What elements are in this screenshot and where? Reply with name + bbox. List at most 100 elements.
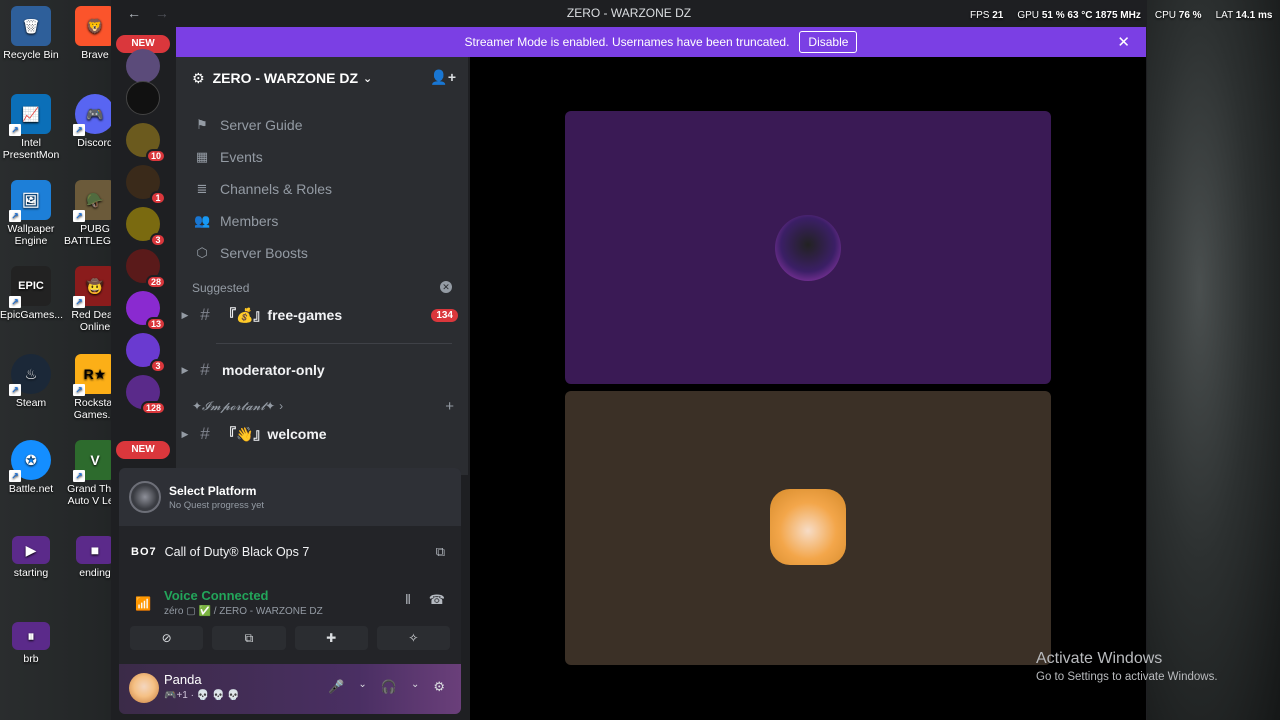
activate-windows-watermark: Activate Windows Go to Settings to activ… xyxy=(1036,650,1218,683)
participant-avatar xyxy=(770,489,846,565)
voice-action-buttons: ⊘ ⧉ ✚ ✧ xyxy=(130,626,450,650)
desktop-icon-steam[interactable]: ♨ ↗ Steam xyxy=(0,354,62,409)
signal-icon: 📶 xyxy=(135,596,152,611)
new-badge-bottom[interactable]: NEW xyxy=(116,441,170,459)
list-icon: ≣ xyxy=(196,181,208,196)
server-icon[interactable]: 3 xyxy=(126,333,166,373)
server-icon[interactable]: 3 xyxy=(126,207,166,247)
user-area: Panda 🎮+1 · 💀 💀 💀 🎤 ⌄ 🎧 ⌄ ⚙ xyxy=(119,664,461,714)
voice-connected-label[interactable]: Voice Connected xyxy=(164,588,269,603)
unread-badge: 10 xyxy=(145,149,166,163)
invite-people-icon[interactable]: 👤+ xyxy=(430,69,456,86)
disconnect-icon[interactable]: ☎ xyxy=(429,592,445,608)
chevron-right-icon: › xyxy=(279,399,284,413)
microphone-icon[interactable]: 🎤 xyxy=(328,679,344,695)
server-icon[interactable]: 13 xyxy=(126,291,166,331)
desktop-icon-intel-presentmon[interactable]: 📈 ↗ Intel PresentMon xyxy=(0,94,62,161)
desktop-icon-brb[interactable]: ⏸ brb xyxy=(0,622,62,665)
brb-file-icon: ⏸ xyxy=(12,622,50,650)
quest-card[interactable]: Select Platform No Quest progress yet xyxy=(119,468,461,526)
create-channel-icon[interactable]: + xyxy=(445,398,454,415)
divider xyxy=(216,343,452,344)
menu-server-boosts[interactable]: ⬡ Server Boosts xyxy=(176,237,468,269)
camera-off-button[interactable]: ⊘ xyxy=(130,626,204,650)
soundboard-icon: ✧ xyxy=(408,631,419,645)
latency-readout: LAT 14.1 ms xyxy=(1215,10,1273,21)
category-important[interactable]: ✦𝓘𝓶𝓹𝓸𝓻𝓽𝓪𝓷𝓽✦ › + xyxy=(176,394,468,418)
participant-tile[interactable] xyxy=(565,111,1051,384)
desktop-icon-label: Recycle Bin xyxy=(3,49,59,61)
gear-icon[interactable]: ⚙ xyxy=(433,679,445,695)
channel-free-games[interactable]: ▶ # 『💰』free-games 134 xyxy=(176,299,468,331)
activities-button[interactable]: ✚ xyxy=(294,626,368,650)
menu-events[interactable]: ▦ Events xyxy=(176,141,468,173)
quest-title: Select Platform xyxy=(169,483,257,498)
soundboard-button[interactable]: ✧ xyxy=(376,626,450,650)
game-title: Call of Duty® Black Ops 7 xyxy=(164,545,310,559)
gta-v-icon: V ↗ xyxy=(73,440,115,482)
presentmon-icon: 📈 ↗ xyxy=(9,94,51,136)
server-icon[interactable]: 1 xyxy=(126,165,166,205)
screen-share-icon[interactable]: ⧉ xyxy=(436,544,445,560)
menu-members[interactable]: 👥 Members xyxy=(176,205,468,237)
starting-file-icon: ▶ xyxy=(12,536,50,564)
server-header[interactable]: ⚙ ZERO - WARZONE DZ ⌄ 👤+ xyxy=(176,57,468,99)
server-icon[interactable] xyxy=(126,81,160,115)
participant-tile[interactable] xyxy=(565,391,1051,665)
channel-name: 『👋』welcome xyxy=(222,426,327,442)
channel-name: 『💰』free-games xyxy=(222,307,343,323)
calendar-icon: ▦ xyxy=(195,149,209,164)
avatar[interactable] xyxy=(129,673,159,703)
menu-server-guide[interactable]: ⚑ Server Guide xyxy=(176,109,468,141)
game-activity[interactable]: BO7 Call of Duty® Black Ops 7 ⧉ xyxy=(119,534,461,570)
desktop-icon-starting[interactable]: ▶ starting xyxy=(0,536,62,579)
channel-moderator-only[interactable]: ▶ # moderator-only xyxy=(176,354,468,386)
chevron-down-icon[interactable]: ⌄ xyxy=(358,679,366,695)
suggested-header: Suggested ✕ xyxy=(176,281,468,295)
desktop-icon-label: Battle.net xyxy=(8,483,54,495)
menu-channels-roles[interactable]: ≣ Channels & Roles xyxy=(176,173,468,205)
caret-right-icon: ▶ xyxy=(181,309,189,320)
desktop-icon-label: Steam xyxy=(15,397,47,409)
desktop-icon-wallpaper-engine[interactable]: 🖼 ↗ Wallpaper Engine xyxy=(0,180,62,247)
watermark-subtitle: Go to Settings to activate Windows. xyxy=(1036,671,1218,683)
unread-badge: 3 xyxy=(150,359,166,373)
dismiss-icon[interactable]: ✕ xyxy=(440,281,452,293)
unread-badge: 128 xyxy=(140,401,166,415)
server-icon[interactable]: 10 xyxy=(126,123,166,163)
server-icon[interactable]: 128 xyxy=(126,375,166,415)
voice-controls: ⦀ ☎ xyxy=(405,592,445,608)
caret-right-icon: ▶ xyxy=(181,364,189,375)
recycle-bin-icon: 🗑 xyxy=(11,6,51,46)
headphones-icon[interactable]: 🎧 xyxy=(381,679,397,695)
epic-games-icon: EPIC ↗ xyxy=(9,266,51,308)
share-screen-button[interactable]: ⧉ xyxy=(212,626,286,650)
discord-icon: 🎮 ↗ xyxy=(73,94,115,136)
chevron-down-icon[interactable]: ⌄ xyxy=(411,679,419,695)
menu-label: Server Boosts xyxy=(220,245,308,261)
desktop-icon-epic-games[interactable]: EPIC ↗ EpicGames... xyxy=(0,266,63,321)
activities-icon: ✚ xyxy=(326,631,337,645)
quest-text: Select Platform No Quest progress yet xyxy=(169,484,264,511)
close-icon[interactable]: ✕ xyxy=(1117,33,1130,51)
noise-suppression-icon[interactable]: ⦀ xyxy=(405,592,411,608)
channel-welcome[interactable]: ▶ # 『👋』welcome xyxy=(176,418,468,450)
voice-channel-info[interactable]: zéro ▢ ✅ / ZERO - WARZONE DZ xyxy=(164,606,323,617)
streamer-mode-banner: Streamer Mode is enabled. Usernames have… xyxy=(176,27,1146,57)
suggested-label: Suggested xyxy=(192,281,250,295)
hashtag-icon: # xyxy=(200,360,210,379)
disable-streamer-mode-button[interactable]: Disable xyxy=(799,31,858,53)
server-icon[interactable]: 28 xyxy=(126,249,166,289)
steam-icon: ♨ ↗ xyxy=(9,354,51,396)
username[interactable]: Panda xyxy=(164,672,202,687)
mention-count-badge: 134 xyxy=(431,308,458,322)
user-panel: Select Platform No Quest progress yet BO… xyxy=(119,468,461,714)
red-dead-icon: 🤠 ↗ xyxy=(73,266,115,308)
banner-text: Streamer Mode is enabled. Usernames have… xyxy=(464,35,790,49)
hashtag-icon: # xyxy=(200,305,210,324)
desktop-icon-battle-net[interactable]: ✪ ↗ Battle.net xyxy=(0,440,62,495)
desktop-icon-recycle-bin[interactable]: 🗑 Recycle Bin xyxy=(0,6,62,61)
server-icon[interactable] xyxy=(126,49,160,83)
game-logo: BO7 xyxy=(131,546,157,558)
menu-label: Events xyxy=(220,149,263,165)
